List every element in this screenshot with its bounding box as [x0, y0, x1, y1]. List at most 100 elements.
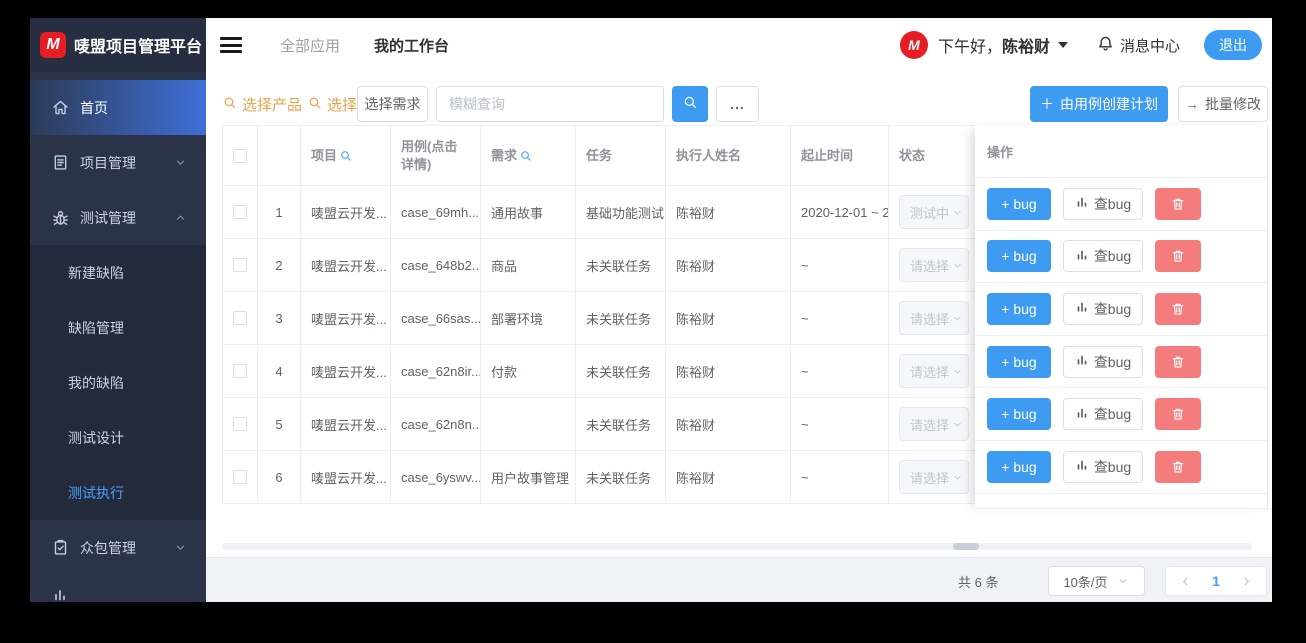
sidebar-item-众包管理[interactable]: 众包管理 [30, 520, 206, 575]
row-checkbox[interactable] [233, 258, 247, 272]
sidebar-subitem-测试设计[interactable]: 测试设计 [30, 410, 206, 465]
fuzzy-search-input[interactable] [436, 86, 664, 122]
logout-button[interactable]: 退出 [1204, 30, 1262, 60]
view-bug-button[interactable]: 查bug [1063, 292, 1143, 325]
add-bug-button[interactable]: + bug [987, 398, 1051, 431]
horizontal-scrollbar-thumb[interactable] [953, 543, 979, 550]
row-checkbox[interactable] [233, 417, 247, 431]
sidebar-item-partial[interactable] [30, 575, 206, 602]
view-bug-button[interactable]: 查bug [1063, 345, 1143, 378]
view-bug-button[interactable]: 查bug [1063, 240, 1143, 273]
actions-row: + bug 查bug [975, 336, 1267, 389]
current-page[interactable]: 1 [1212, 573, 1220, 589]
menu-collapse-icon[interactable] [220, 37, 242, 53]
sidebar-item-测试管理[interactable]: 测试管理 [30, 190, 206, 245]
bar-chart-icon [1075, 195, 1089, 212]
status-select-value: 请选择 [910, 417, 950, 433]
chevron-down-icon [951, 206, 964, 219]
user-dropdown-caret-icon[interactable] [1057, 42, 1068, 48]
add-bug-button[interactable]: + bug [987, 187, 1051, 220]
search-icon [222, 95, 238, 115]
select-all-checkbox[interactable] [233, 148, 247, 163]
horizontal-scrollbar[interactable] [222, 543, 1252, 550]
user-greeting[interactable]: 下午好，陈裕财 [938, 33, 1050, 57]
bar-chart-icon [1075, 300, 1089, 317]
cell-case: case_66sas... [391, 292, 481, 345]
app-title: 唛盟项目管理平台 [74, 39, 203, 56]
chevron-down [951, 259, 964, 272]
screen-background: M 唛盟项目管理平台 全部应用 我的工作台 M 下午好，陈裕财 消息中心 退出 首… [0, 0, 1306, 643]
sidebar-item-项目管理[interactable]: 项目管理 [30, 135, 206, 190]
search-icon[interactable] [339, 149, 353, 163]
cell-task: 未关联任务 [576, 239, 666, 292]
chevron-down-icon [951, 312, 964, 325]
cell-requirement: 部署环境 [481, 292, 576, 345]
sidebar-subitem-测试执行[interactable]: 测试执行 [30, 465, 206, 520]
actions-fixed-column: 操作 + bug 查bug + bug 查bug + bug 查bug + bug 查bug +… [975, 125, 1268, 510]
cell-requirement: 用户故事管理 [481, 451, 576, 504]
app-window: M 唛盟项目管理平台 全部应用 我的工作台 M 下午好，陈裕财 消息中心 退出 首… [30, 18, 1272, 602]
delete-button[interactable] [1155, 450, 1201, 483]
cell-requirement: 通用故事 [481, 186, 576, 239]
chevron-down-icon [1116, 574, 1130, 588]
row-checkbox[interactable] [233, 470, 247, 484]
status-select[interactable]: 请选择 [899, 301, 969, 335]
message-center[interactable]: 消息中心 [1096, 34, 1180, 57]
create-plan-button[interactable]: ＋ 由用例创建计划 [1030, 86, 1168, 122]
status-select-value: 测试中 [910, 205, 950, 221]
cell-project: 唛盟云开发... [301, 239, 391, 292]
project-icon [51, 153, 70, 172]
row-checkbox[interactable] [233, 311, 247, 325]
delete-button[interactable] [1155, 345, 1201, 378]
delete-button[interactable] [1155, 187, 1201, 220]
search-icon[interactable] [519, 149, 533, 163]
add-bug-button[interactable]: + bug [987, 240, 1051, 273]
delete-button[interactable] [1155, 398, 1201, 431]
status-select[interactable]: 请选择 [899, 407, 969, 441]
top-nav-item-2[interactable]: 我的工作台 [374, 35, 449, 56]
delete-button[interactable] [1155, 292, 1201, 325]
add-bug-button[interactable]: + bug [987, 450, 1051, 483]
sidebar-subitem-缺陷管理[interactable]: 缺陷管理 [30, 300, 206, 355]
table-row: 4 唛盟云开发... case_62n8ir... 付款 未关联任务 陈裕财 ~ 请选择 [223, 345, 976, 398]
row-checkbox[interactable] [233, 364, 247, 378]
row-select-cell [223, 451, 258, 504]
cell-date-range: ~ [791, 451, 889, 504]
cell-status: 请选择 [889, 345, 976, 398]
select-product-link[interactable]: 选择产品 [222, 94, 302, 115]
sidebar-subitem-我的缺陷[interactable]: 我的缺陷 [30, 355, 206, 410]
status-select[interactable]: 请选择 [899, 248, 969, 282]
add-bug-button[interactable]: + bug [987, 345, 1051, 378]
table-header-row: 项目 用例(点击详情) 需求 任务 执行人姓名 起止时间 状态 [223, 126, 976, 186]
chevron-down-icon [951, 471, 964, 484]
status-select[interactable]: 请选择 [899, 460, 969, 494]
page-size-select[interactable]: 10条/页 [1048, 566, 1145, 596]
batch-edit-button[interactable]: → 批量修改 [1178, 86, 1268, 122]
view-bug-button[interactable]: 查bug [1063, 187, 1143, 220]
prev-page-button[interactable] [1178, 574, 1193, 589]
row-checkbox[interactable] [233, 205, 247, 219]
status-select-value: 请选择 [910, 364, 950, 380]
avatar[interactable]: M [899, 31, 928, 59]
top-nav-item-1[interactable]: 全部应用 [280, 35, 340, 56]
bar-chart-icon [1075, 406, 1089, 420]
row-index: 2 [258, 239, 301, 292]
sidebar-item-首页[interactable]: 首页 [30, 80, 206, 135]
search-button[interactable] [672, 86, 708, 122]
next-page-button[interactable] [1239, 574, 1254, 589]
view-bug-button[interactable]: 查bug [1063, 398, 1143, 431]
view-bug-button[interactable]: 查bug [1063, 450, 1143, 483]
cell-status: 请选择 [889, 292, 976, 345]
add-bug-button[interactable]: + bug [987, 292, 1051, 325]
cell-case: case_62n8ir... [391, 345, 481, 398]
status-select[interactable]: 测试中 [899, 195, 969, 229]
status-select-value: 请选择 [910, 470, 950, 486]
status-select[interactable]: 请选择 [899, 354, 969, 388]
sidebar-subitem-新建缺陷[interactable]: 新建缺陷 [30, 245, 206, 300]
pagination-total: 共 6 条 [958, 575, 999, 590]
select-requirement-button[interactable]: 选择需求 [357, 86, 428, 122]
delete-button[interactable] [1155, 240, 1201, 273]
more-filters-button[interactable]: ... [716, 86, 759, 122]
table-row: 1 唛盟云开发... case_69mh... 通用故事 基础功能测试 陈裕财 2020-1… [223, 186, 976, 239]
